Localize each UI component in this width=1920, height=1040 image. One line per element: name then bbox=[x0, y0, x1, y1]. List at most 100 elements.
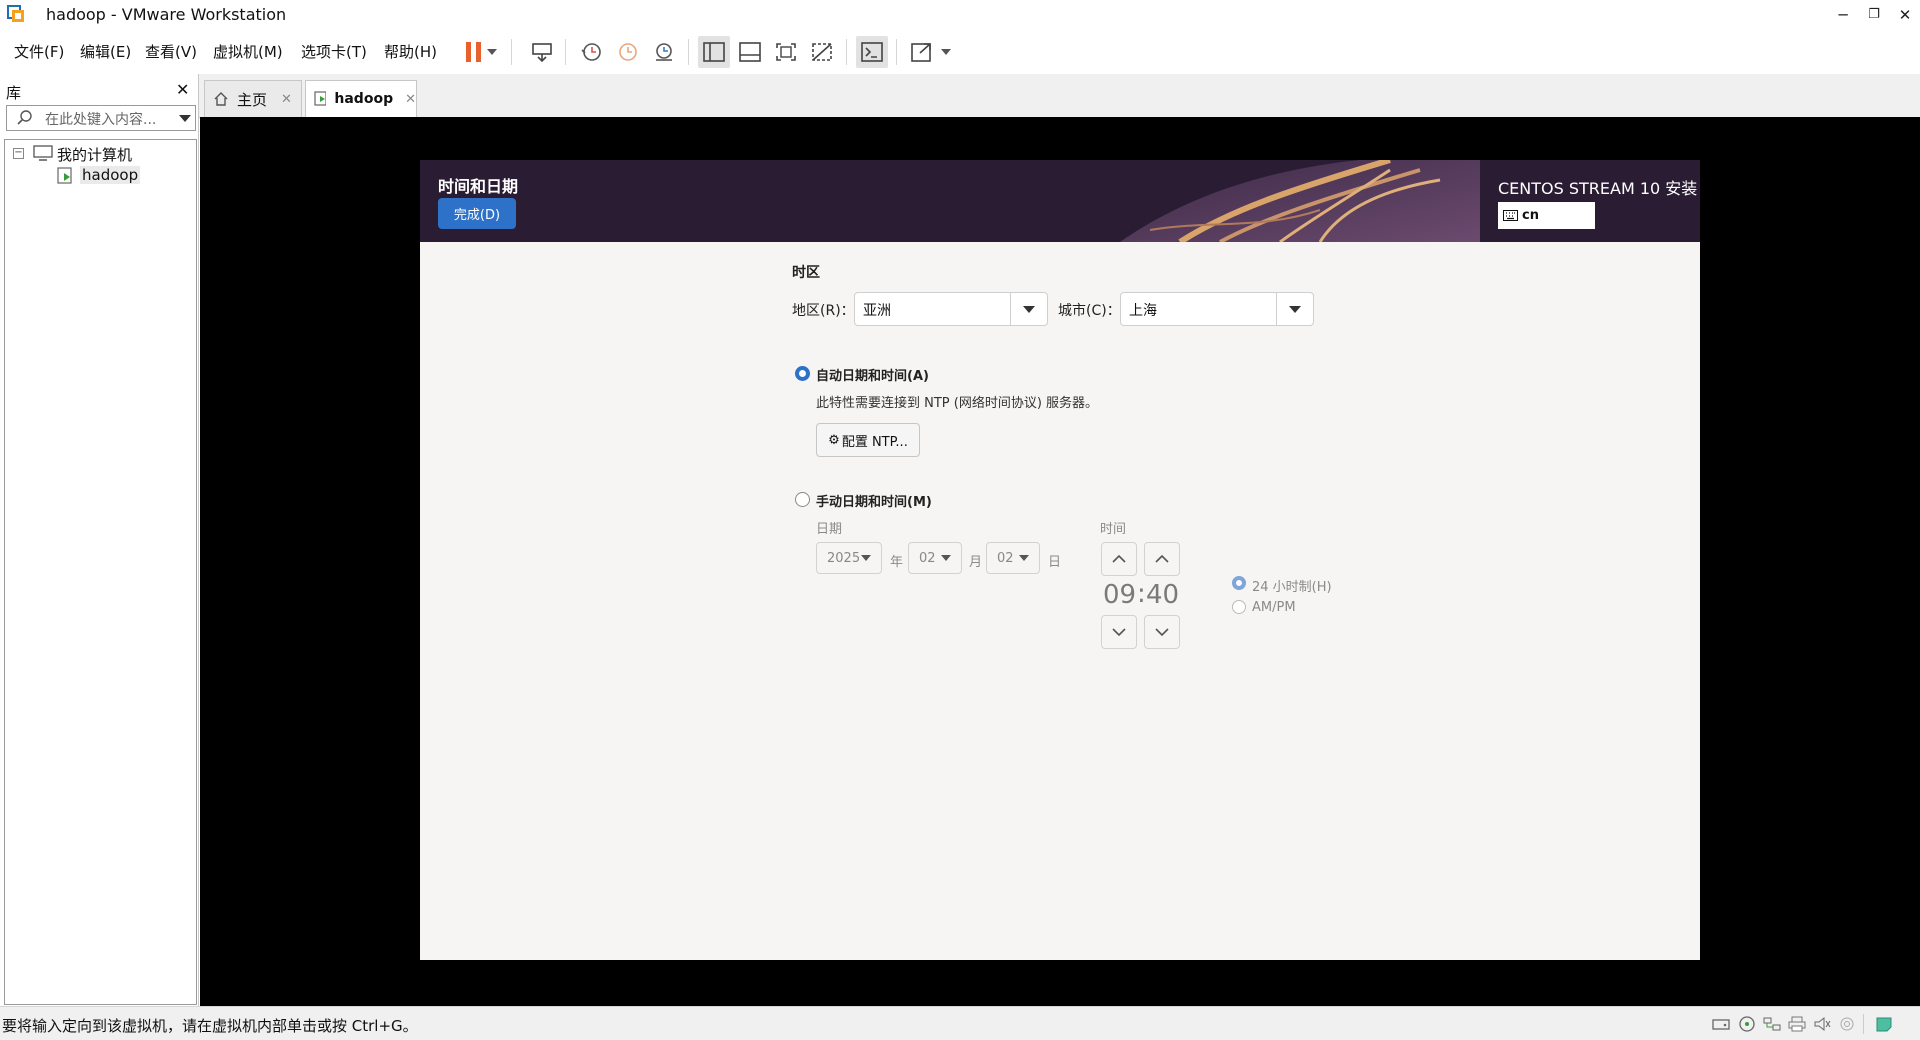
hard-disk-icon[interactable] bbox=[1712, 1016, 1730, 1032]
region-value: 亚洲 bbox=[863, 303, 891, 319]
format-24h-label[interactable]: 24 小时制(H) bbox=[1252, 576, 1332, 595]
month-combobox[interactable]: 02 bbox=[908, 542, 962, 574]
snapshot-take-button[interactable] bbox=[575, 36, 607, 68]
message-log-icon[interactable] bbox=[1875, 1016, 1893, 1032]
chevron-down-icon bbox=[1023, 305, 1035, 313]
done-button[interactable]: 完成(D) bbox=[438, 198, 516, 229]
year-combobox[interactable]: 2025 bbox=[816, 542, 882, 574]
library-title: 库 bbox=[6, 84, 22, 102]
city-value: 上海 bbox=[1129, 303, 1157, 319]
full-screen-button[interactable] bbox=[770, 36, 802, 68]
power-dropdown[interactable] bbox=[483, 36, 501, 68]
date-label: 日期 bbox=[816, 522, 843, 537]
snapshot-clock-icon bbox=[581, 43, 601, 61]
stretch-dropdown[interactable] bbox=[937, 36, 955, 68]
menu-tabs[interactable]: 选项卡(T) bbox=[301, 41, 367, 62]
chevron-down-icon bbox=[1155, 628, 1169, 637]
keyboard-layout-indicator[interactable]: cn bbox=[1498, 202, 1595, 229]
window-title: hadoop - VMware Workstation bbox=[46, 5, 287, 24]
search-placeholder: 在此处键入内容... bbox=[45, 112, 157, 128]
city-combobox[interactable]: 上海 bbox=[1120, 292, 1314, 326]
status-bar: 要将输入定向到该虚拟机，请在虚拟机内部单击或按 Ctrl+G。 bbox=[0, 1006, 1920, 1040]
close-window-button[interactable]: ✕ bbox=[1882, 0, 1920, 29]
menu-vm[interactable]: 虚拟机(M) bbox=[213, 41, 283, 62]
home-icon bbox=[214, 92, 228, 106]
library-tree: − 我的计算机 hadoop bbox=[4, 139, 197, 1005]
minute-value[interactable]: 40 bbox=[1146, 580, 1179, 610]
configure-ntp-button[interactable]: ⚙ 配置 NTP... bbox=[816, 423, 920, 457]
city-label: 城市(C)： bbox=[1058, 303, 1121, 319]
tab-home[interactable]: 主页 ✕ bbox=[204, 80, 302, 117]
day-combobox[interactable]: 02 bbox=[986, 542, 1040, 574]
tab-bar: 主页 ✕ hadoop ✕ bbox=[199, 74, 1920, 118]
region-combobox[interactable]: 亚洲 bbox=[854, 292, 1048, 326]
format-ampm-radio[interactable] bbox=[1232, 600, 1246, 614]
installer-header: 时间和日期 完成(D) CENTOS STREAM 10 安装 cn bbox=[420, 160, 1700, 242]
tab-close-icon[interactable]: ✕ bbox=[281, 92, 292, 107]
stretch-icon bbox=[911, 43, 931, 62]
menu-edit[interactable]: 编辑(E) bbox=[80, 41, 131, 62]
toolbar-divider bbox=[846, 39, 847, 65]
unity-button[interactable] bbox=[806, 36, 838, 68]
cd-dvd-icon[interactable] bbox=[1738, 1016, 1756, 1032]
status-message: 要将输入定向到该虚拟机，请在虚拟机内部单击或按 Ctrl+G。 bbox=[2, 1017, 418, 1035]
tree-my-computer[interactable]: 我的计算机 bbox=[57, 144, 132, 165]
menu-help[interactable]: 帮助(H) bbox=[384, 41, 437, 62]
minute-up-button[interactable] bbox=[1144, 542, 1180, 576]
chevron-down-icon bbox=[487, 49, 497, 55]
hour-up-button[interactable] bbox=[1101, 542, 1137, 576]
toolbar-divider bbox=[511, 39, 512, 65]
hour-down-button[interactable] bbox=[1101, 615, 1137, 649]
show-library-button[interactable] bbox=[698, 36, 730, 68]
library-layout-icon bbox=[703, 42, 725, 62]
region-label: 地区(R)： bbox=[792, 303, 855, 319]
chevron-down-icon bbox=[941, 49, 951, 55]
tab-hadoop-label: hadoop bbox=[334, 91, 394, 107]
console-view-button[interactable] bbox=[856, 36, 888, 68]
minute-down-button[interactable] bbox=[1144, 615, 1180, 649]
sound-card-icon[interactable] bbox=[1813, 1016, 1831, 1032]
auto-datetime-radio[interactable] bbox=[795, 366, 810, 381]
display-icon[interactable] bbox=[1838, 1016, 1856, 1032]
snapshot-revert-button[interactable] bbox=[612, 36, 644, 68]
day-value: 02 bbox=[997, 550, 1014, 566]
search-dropdown-icon[interactable] bbox=[179, 115, 191, 122]
hour-value[interactable]: 09 bbox=[1103, 580, 1136, 610]
status-divider bbox=[1863, 1014, 1864, 1034]
chevron-down-icon bbox=[1019, 555, 1029, 561]
menu-file[interactable]: 文件(F) bbox=[14, 41, 64, 62]
stretch-button[interactable] bbox=[906, 36, 938, 68]
snapshot-manager-button[interactable] bbox=[648, 36, 680, 68]
region-dropdown-button[interactable] bbox=[1010, 293, 1047, 325]
time-label: 时间 bbox=[1100, 522, 1127, 537]
console-icon bbox=[861, 42, 883, 62]
vm-running-icon bbox=[57, 167, 72, 184]
manual-datetime-label[interactable]: 手动日期和时间(M) bbox=[816, 491, 932, 510]
year-unit: 年 bbox=[890, 555, 904, 570]
search-icon bbox=[17, 110, 32, 125]
unity-icon bbox=[812, 43, 832, 61]
thumbnail-layout-icon bbox=[739, 42, 761, 62]
network-adapter-icon[interactable] bbox=[1763, 1016, 1781, 1032]
show-thumbnail-button[interactable] bbox=[734, 36, 766, 68]
menu-toolbar: 文件(F) 编辑(E) 查看(V) 虚拟机(M) 选项卡(T) 帮助(H) bbox=[0, 29, 1920, 74]
month-unit: 月 bbox=[969, 555, 983, 570]
manual-datetime-radio[interactable] bbox=[795, 492, 810, 507]
printer-icon[interactable] bbox=[1788, 1016, 1806, 1032]
snapshot-revert-icon bbox=[619, 43, 637, 61]
tab-hadoop[interactable]: hadoop ✕ bbox=[305, 80, 417, 117]
format-ampm-label[interactable]: AM/PM bbox=[1252, 600, 1296, 615]
gears-icon: ⚙ bbox=[828, 432, 840, 448]
menu-view[interactable]: 查看(V) bbox=[145, 41, 197, 62]
send-ctrl-alt-del-button[interactable] bbox=[526, 36, 558, 68]
collapse-toggle-icon[interactable]: − bbox=[13, 148, 24, 159]
auto-datetime-label[interactable]: 自动日期和时间(A) bbox=[816, 365, 929, 384]
tree-vm-hadoop[interactable]: hadoop bbox=[80, 166, 141, 184]
city-dropdown-button[interactable] bbox=[1276, 293, 1313, 325]
title-bar: hadoop - VMware Workstation ─ ❐ ✕ bbox=[0, 0, 1920, 29]
format-24h-radio[interactable] bbox=[1232, 576, 1246, 590]
library-close-icon[interactable]: ✕ bbox=[176, 80, 189, 99]
chevron-down-icon bbox=[1112, 628, 1126, 637]
library-search-input[interactable]: 在此处键入内容... bbox=[6, 105, 196, 131]
tab-close-icon[interactable]: ✕ bbox=[405, 92, 416, 107]
